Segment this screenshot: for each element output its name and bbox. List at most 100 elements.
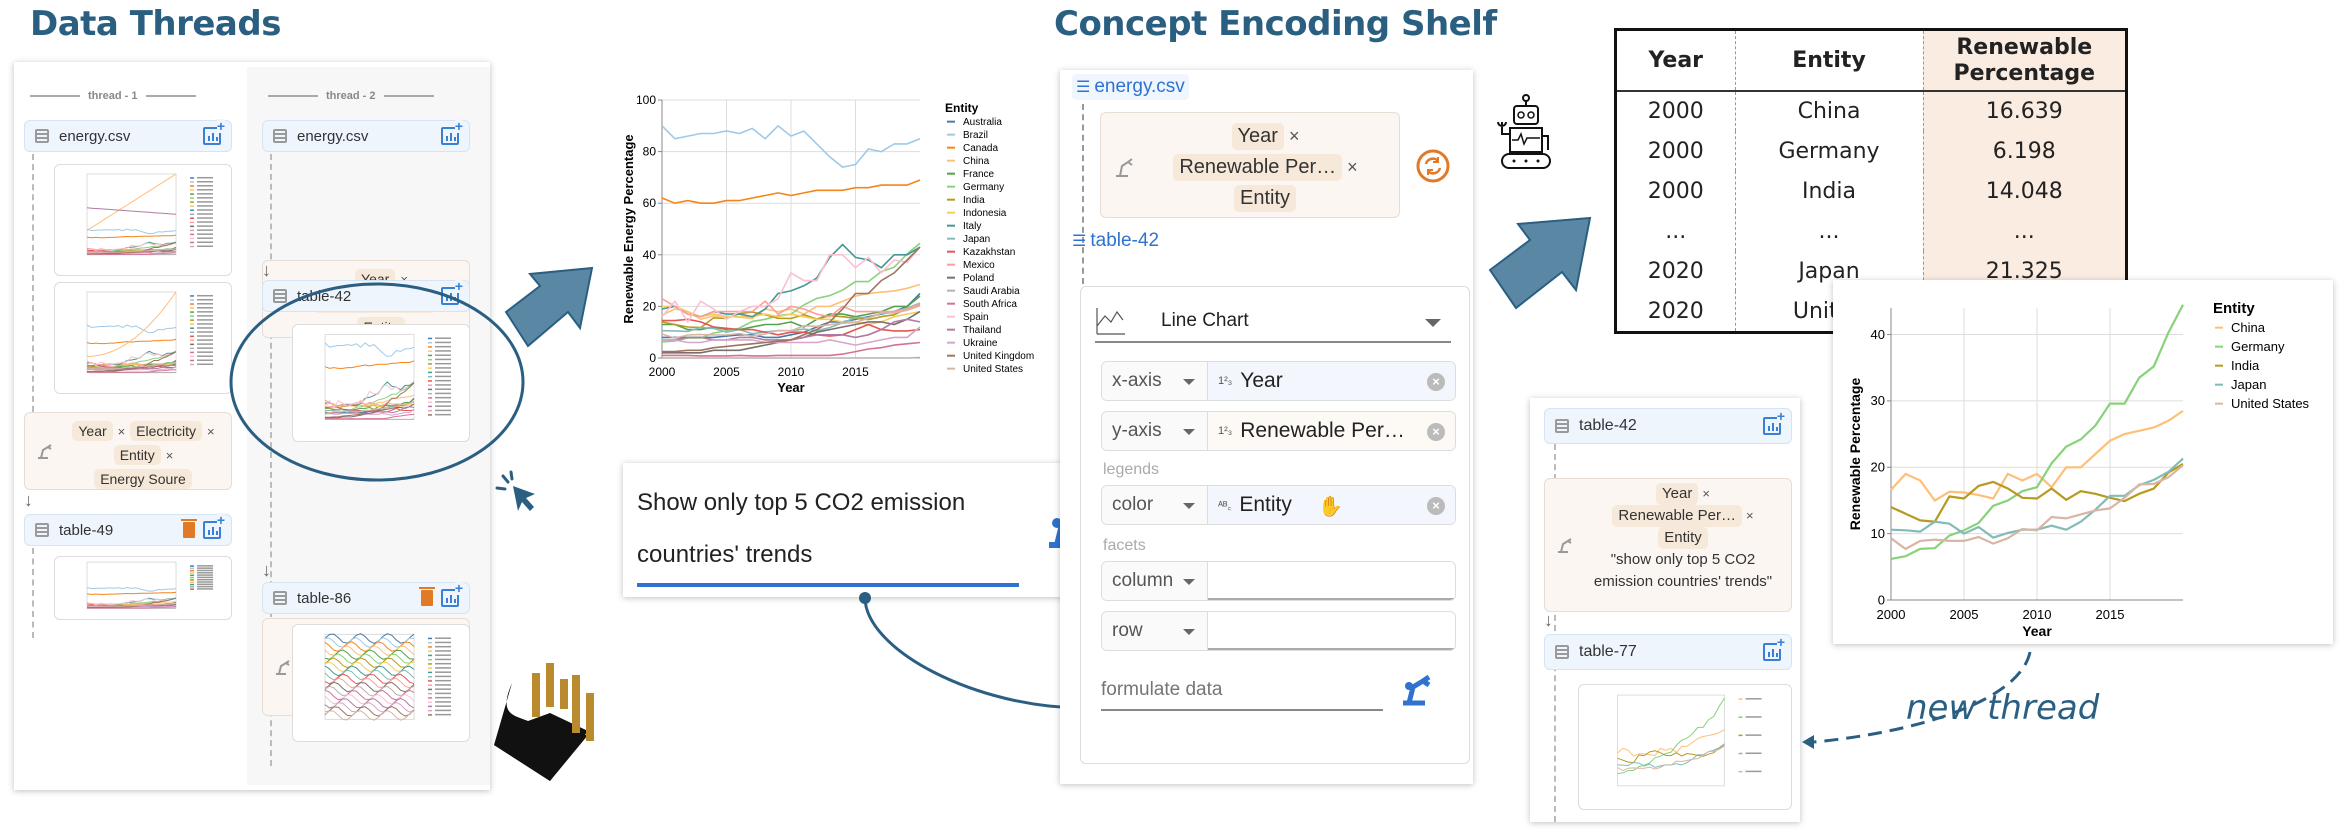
y-tick-label: 20 xyxy=(1871,460,1885,475)
chart-thumbnail[interactable] xyxy=(54,164,232,276)
grab-hand-cursor-icon: ✋ xyxy=(1318,496,1343,518)
new-thread-label: new thread xyxy=(1906,688,2100,728)
remove-icon[interactable]: × xyxy=(118,424,126,439)
down-arrow-icon: ↓ xyxy=(262,260,271,280)
chart-type-label: Line Chart xyxy=(1161,310,1249,331)
field-chip: Year xyxy=(1656,483,1699,505)
encoding-column[interactable]: column xyxy=(1101,561,1456,601)
table-cell: 2020 xyxy=(1647,298,1704,324)
mini-legend-label xyxy=(197,572,214,574)
table-row: 2000 Germany 6.198 xyxy=(1617,131,2126,171)
channel-select[interactable]: column xyxy=(1102,562,1208,600)
nl-prompt-input[interactable]: Show only top 5 CO2 emission countries' … xyxy=(637,477,1017,581)
channel-select[interactable]: y-axis xyxy=(1102,412,1208,450)
facets-section-label: facets xyxy=(1103,537,1146,554)
derivation-card[interactable]: Year× Renewable Per…× Entity xyxy=(1100,112,1400,218)
table-icon xyxy=(273,129,287,143)
refresh-icon[interactable] xyxy=(1415,148,1451,184)
encoding-card: Line Chart x-axis 1²₃ Year × y-axis 1²₃ Ren… xyxy=(1080,286,1470,764)
table-card-table-86[interactable]: table-86 xyxy=(262,581,470,614)
chart-thumbnail-rank[interactable] xyxy=(292,624,470,742)
table-cell: 14.048 xyxy=(1922,171,2126,211)
trash-icon[interactable] xyxy=(419,587,435,606)
y-tick-label: 40 xyxy=(643,248,657,262)
robot-arm-icon[interactable] xyxy=(1399,673,1433,707)
mini-legend-label xyxy=(197,241,214,243)
encoding-color[interactable]: color ᴬᴮ꜀ Entity ✋ × xyxy=(1101,485,1456,525)
mini-legend-label xyxy=(197,585,214,588)
remove-icon[interactable]: × xyxy=(1702,486,1710,501)
mini-series-line xyxy=(86,324,177,334)
y-tick-label: 100 xyxy=(636,93,656,107)
chart-thumbnail[interactable] xyxy=(1578,684,1792,810)
table-card-table-42[interactable]: table-42 xyxy=(1544,408,1792,444)
x-tick-label: 2000 xyxy=(649,365,676,379)
mini-legend-label xyxy=(435,705,452,707)
table-card-energy-csv[interactable]: energy.csv xyxy=(24,119,232,152)
derivation-card[interactable]: Year × Renewable Per… × Entity "show only … xyxy=(1544,478,1792,612)
chart-type-select[interactable]: Line Chart xyxy=(1095,301,1451,343)
clear-icon[interactable]: × xyxy=(1427,373,1445,391)
chart-thumbnail[interactable] xyxy=(54,282,232,394)
add-chart-icon[interactable] xyxy=(203,513,225,539)
thread-2-label: thread - 2 xyxy=(268,90,434,102)
channel-select[interactable]: color xyxy=(1102,486,1208,524)
trash-icon[interactable] xyxy=(181,519,197,538)
result-chart-panel: 2000 2005 2010 2015 0 10 20 30 40 Year Renewable P… xyxy=(1833,280,2333,644)
table-icon xyxy=(1555,419,1569,433)
mini-chart xyxy=(86,561,214,609)
legend-label: Canada xyxy=(963,143,998,154)
mini-series-line xyxy=(1617,745,1725,772)
remove-icon[interactable]: × xyxy=(207,424,215,439)
legend-label: Germany xyxy=(2231,339,2285,354)
table-name: table-77 xyxy=(1579,643,1637,660)
legend-label: Spain xyxy=(963,312,989,323)
remove-icon[interactable]: × xyxy=(1347,157,1358,177)
add-chart-icon[interactable] xyxy=(1763,409,1785,435)
mini-legend-label xyxy=(197,189,214,191)
remove-icon[interactable]: × xyxy=(1289,126,1300,146)
table-cell: 2020 xyxy=(1647,258,1704,284)
instruction-text: "show only top 5 CO2 emission countries'… xyxy=(1593,551,1773,590)
mini-legend-label xyxy=(197,323,214,325)
encoding-row[interactable]: row xyxy=(1101,611,1456,651)
add-chart-icon[interactable] xyxy=(203,119,225,145)
table-card-table-77[interactable]: table-77 xyxy=(1544,634,1792,670)
table-name: table-49 xyxy=(59,521,114,539)
remove-icon[interactable]: × xyxy=(1746,508,1754,523)
result-table-label[interactable]: ☰ table-42 xyxy=(1072,230,1159,252)
nl-prompt-box[interactable]: Show only top 5 CO2 emission countries' … xyxy=(623,463,1107,597)
chart-thumbnail-faceted[interactable] xyxy=(54,556,232,620)
mini-legend-label xyxy=(435,684,452,686)
mini-series-line xyxy=(86,173,177,231)
channel-select[interactable]: x-axis xyxy=(1102,362,1208,400)
add-chart-icon[interactable] xyxy=(441,119,463,145)
y-tick-label: 0 xyxy=(1878,592,1885,607)
table-card-table-49[interactable]: table-49 xyxy=(24,513,232,546)
add-chart-icon[interactable] xyxy=(441,581,463,607)
mini-legend-label xyxy=(435,675,452,678)
table-card-energy-csv[interactable]: energy.csv xyxy=(262,119,470,152)
clear-icon[interactable]: × xyxy=(1427,423,1445,441)
encoding-y-axis[interactable]: y-axis 1²₃ Renewable Per… × xyxy=(1101,411,1456,451)
clear-icon[interactable]: × xyxy=(1427,497,1445,515)
column-header: Entity xyxy=(1734,31,1923,92)
mini-legend-label xyxy=(435,654,452,656)
formulate-data-input[interactable] xyxy=(1101,671,1383,711)
mini-legend-label xyxy=(197,567,214,569)
table-cell: ... xyxy=(1734,211,1923,251)
flow-arrow-icon xyxy=(1488,216,1592,310)
source-table-label[interactable]: ☰ energy.csv xyxy=(1072,74,1189,100)
remove-icon[interactable]: × xyxy=(166,448,174,463)
field-drop-zone[interactable] xyxy=(1208,612,1455,650)
series-line-saudi-arabia xyxy=(662,356,921,359)
mini-legend-label xyxy=(1745,752,1762,755)
derivation-card[interactable]: Year × Electricity × Entity × Energy Soure xyxy=(24,412,232,490)
add-chart-icon[interactable] xyxy=(1763,635,1785,661)
table-name: energy.csv xyxy=(297,127,369,145)
y-axis-label: Renewable Percentage xyxy=(1847,378,1863,531)
channel-select[interactable]: row xyxy=(1102,612,1208,650)
table-cell: Germany xyxy=(1734,131,1923,171)
field-drop-zone[interactable] xyxy=(1208,562,1455,600)
encoding-x-axis[interactable]: x-axis 1²₃ Year × xyxy=(1101,361,1456,401)
